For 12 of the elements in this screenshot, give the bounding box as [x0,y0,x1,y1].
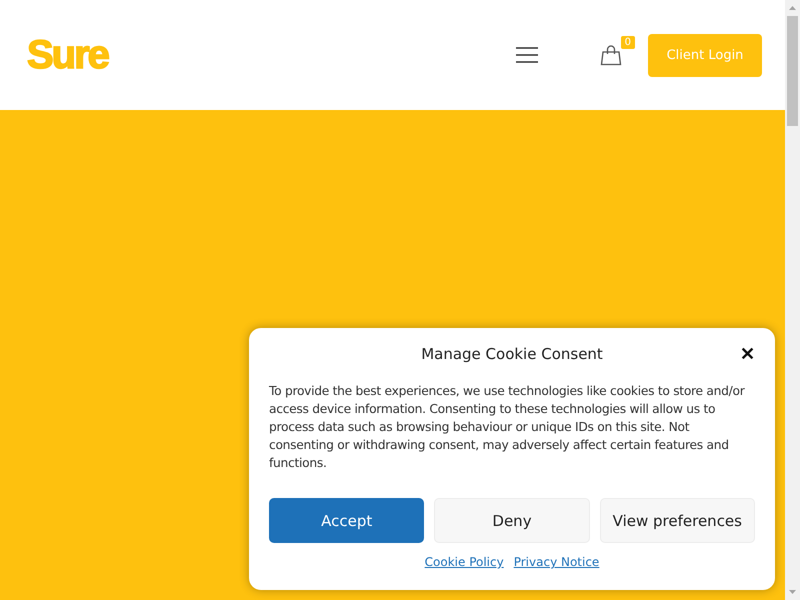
close-button[interactable]: ✕ [740,342,755,366]
menu-icon[interactable] [516,47,538,63]
policy-link[interactable]: Cookie Policy [424,555,504,569]
scrollbar[interactable] [785,0,800,600]
consent-message: To provide the best experiences, we use technologies like cookies to store and/or access device information. Consenting to these technologies will allow us to process data such as browsing behaviour or unique IDs on this site. Not consenting or withdrawing consent, may adversely affect certain features and functions. [269,383,746,472]
consent-button[interactable]: View preferences [600,498,755,543]
policy-link[interactable]: Privacy Notice [514,555,600,569]
consent-button[interactable]: Deny [434,498,590,543]
consent-button[interactable]: Accept [269,498,424,543]
cart-count-badge: 0 [620,36,635,49]
shopping-bag-icon[interactable] [600,44,622,66]
dialog-title: Manage Cookie Consent [421,345,603,363]
